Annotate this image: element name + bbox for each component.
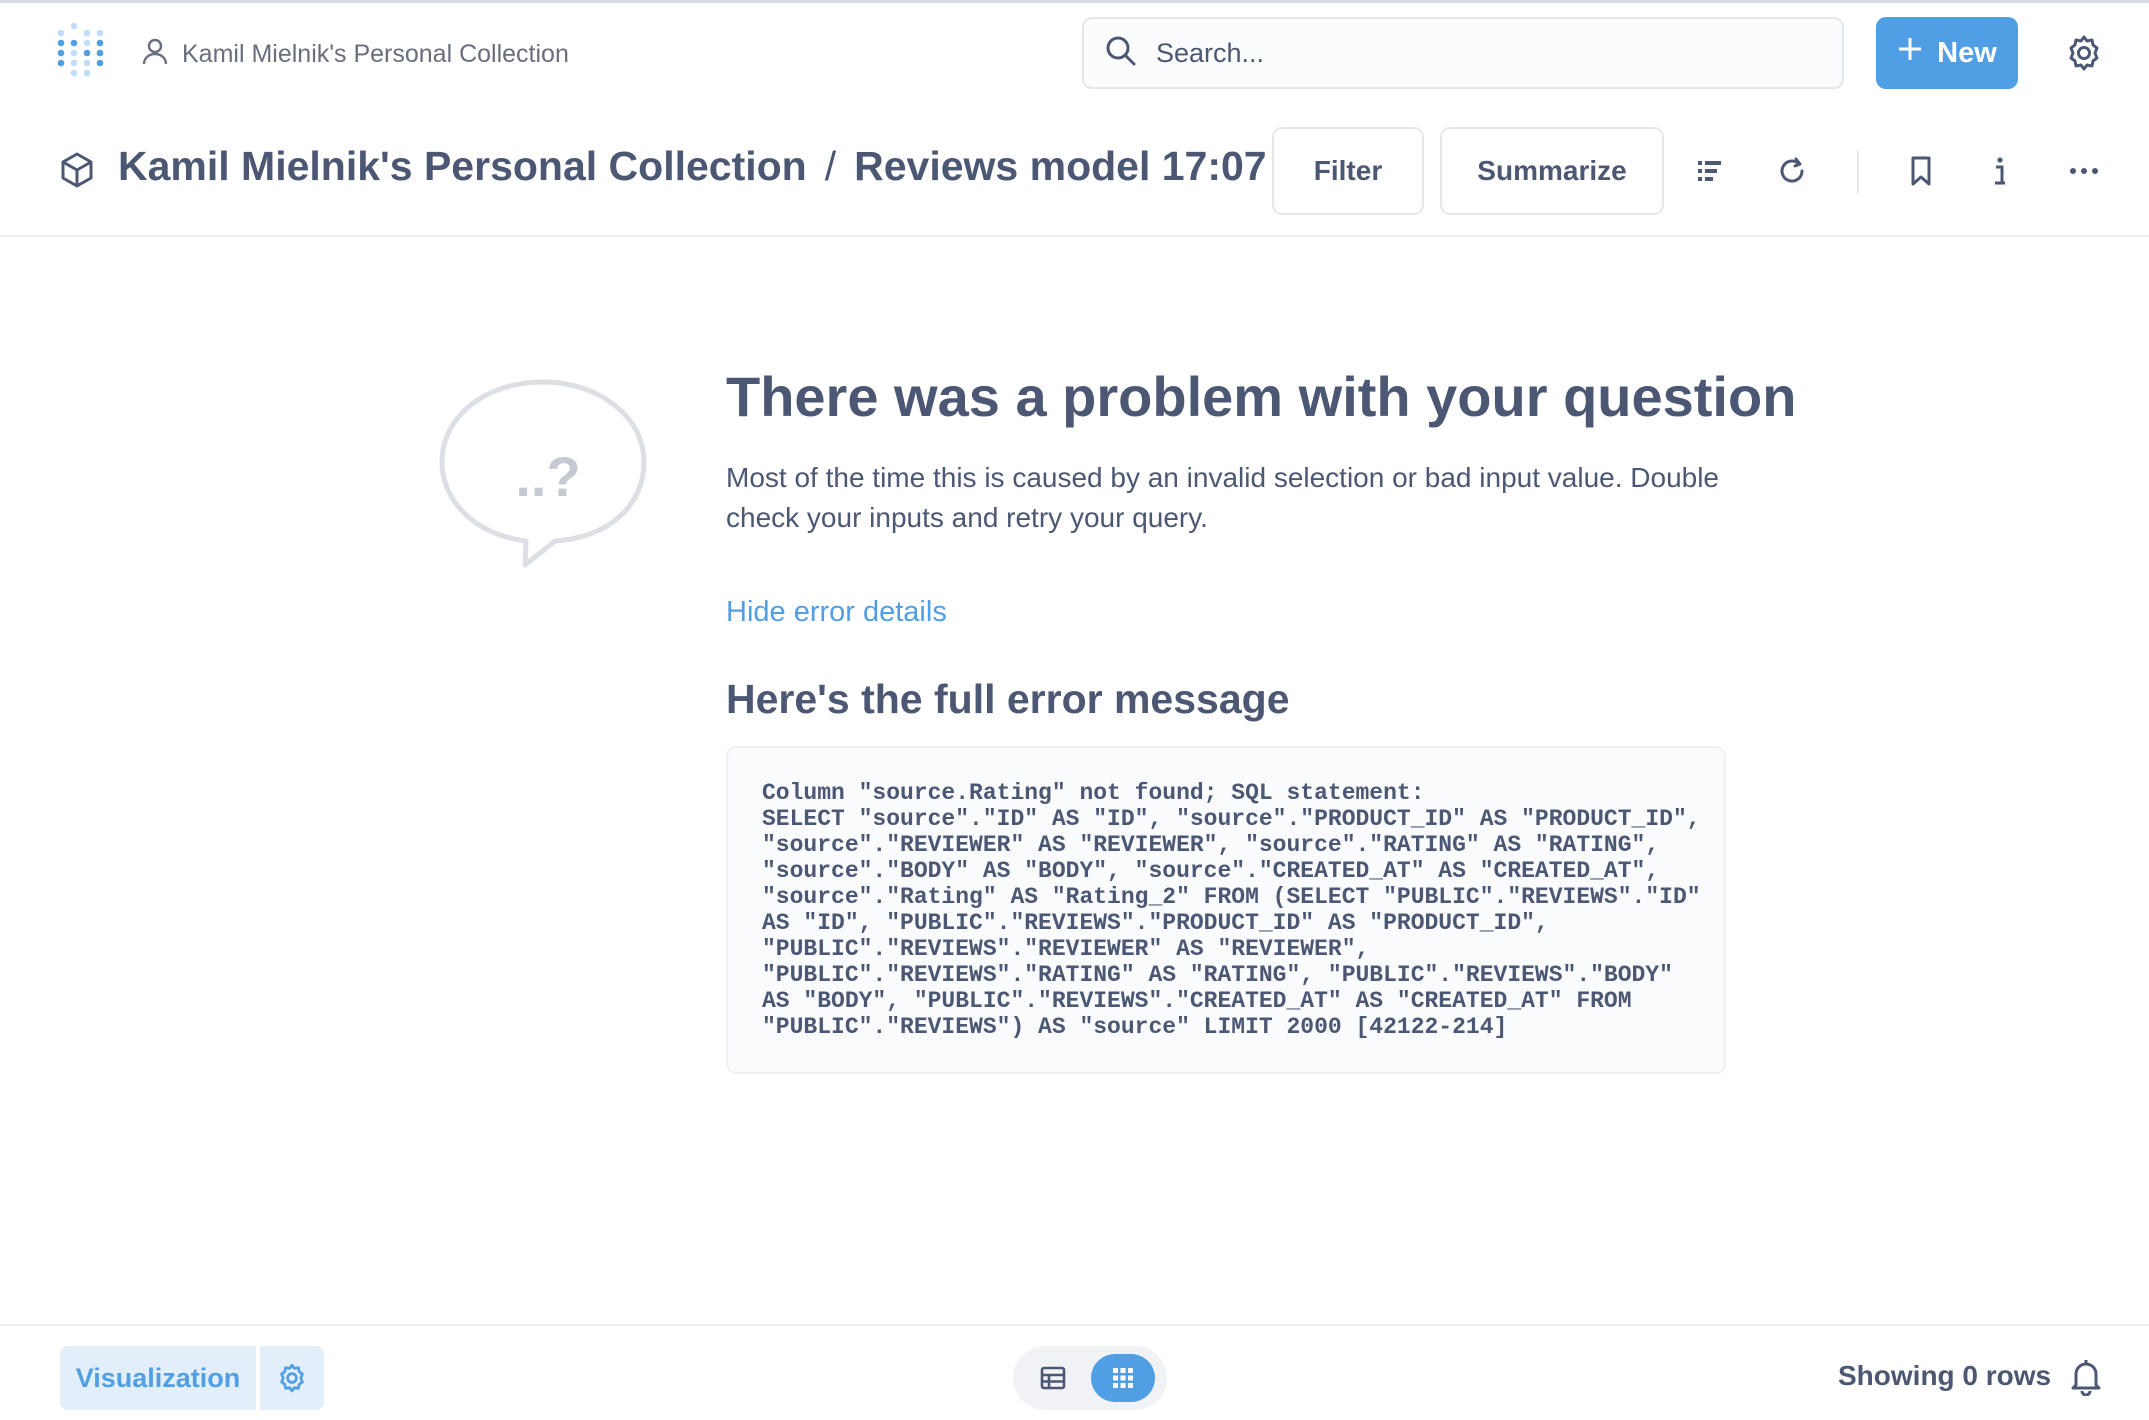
bookmark-icon[interactable] xyxy=(1903,153,1939,189)
error-message-box: Column "source.Rating" not found; SQL st… xyxy=(726,746,1726,1074)
info-icon[interactable] xyxy=(1982,153,2018,189)
list-icon[interactable] xyxy=(1692,153,1728,189)
footer-bar: Visualization Showing 0 rows xyxy=(0,1324,2149,1420)
header-divider xyxy=(1857,151,1859,193)
gear-icon[interactable] xyxy=(2064,33,2104,73)
top-navigation: Kamil Mielnik's Personal Collection New xyxy=(0,3,2149,103)
search-bar[interactable] xyxy=(1082,17,1844,89)
speech-bubble-icon: ..? xyxy=(438,378,648,584)
error-message-text: Column "source.Rating" not found; SQL st… xyxy=(762,780,1701,1040)
error-description: Most of the time this is caused by an in… xyxy=(726,462,1720,533)
title-separator: / xyxy=(824,143,837,189)
visualization-button[interactable]: Visualization xyxy=(60,1346,256,1410)
new-button-label: New xyxy=(1937,36,1997,69)
full-error-heading: Here's the full error message xyxy=(726,676,1290,722)
refresh-icon[interactable] xyxy=(1774,153,1810,189)
view-toggle xyxy=(1013,1346,1167,1410)
error-title: There was a problem with your question xyxy=(726,365,1797,428)
ellipsis-icon[interactable] xyxy=(2066,153,2102,189)
speech-bubble-text: ..? xyxy=(515,445,580,508)
search-icon xyxy=(1104,34,1138,73)
metabase-logo-icon[interactable] xyxy=(55,19,111,85)
bell-icon[interactable] xyxy=(2068,1358,2104,1397)
filter-button[interactable]: Filter xyxy=(1272,127,1424,215)
table-icon[interactable] xyxy=(1035,1360,1071,1396)
user-icon xyxy=(140,36,170,73)
visualization-settings-gear-icon[interactable] xyxy=(260,1346,324,1410)
grid-icon[interactable] xyxy=(1091,1354,1155,1402)
question-header: Kamil Mielnik's Personal Collection / Re… xyxy=(0,103,2149,237)
collection-breadcrumb-label: Kamil Mielnik's Personal Collection xyxy=(182,39,569,68)
question-name[interactable]: Reviews model 17:07 xyxy=(854,143,1266,190)
hide-error-details-link[interactable]: Hide error details xyxy=(726,596,947,629)
page-title: Kamil Mielnik's Personal Collection / Re… xyxy=(118,143,1267,190)
collection-breadcrumb[interactable]: Kamil Mielnik's Personal Collection xyxy=(140,37,569,71)
summarize-button[interactable]: Summarize xyxy=(1440,127,1664,215)
title-collection-link[interactable]: Kamil Mielnik's Personal Collection xyxy=(118,143,807,190)
plus-icon xyxy=(1897,36,1923,70)
new-button[interactable]: New xyxy=(1876,17,2018,89)
row-count: Showing 0 rows xyxy=(1838,1360,2052,1391)
cube-icon xyxy=(58,151,96,189)
search-input[interactable] xyxy=(1156,37,1756,69)
